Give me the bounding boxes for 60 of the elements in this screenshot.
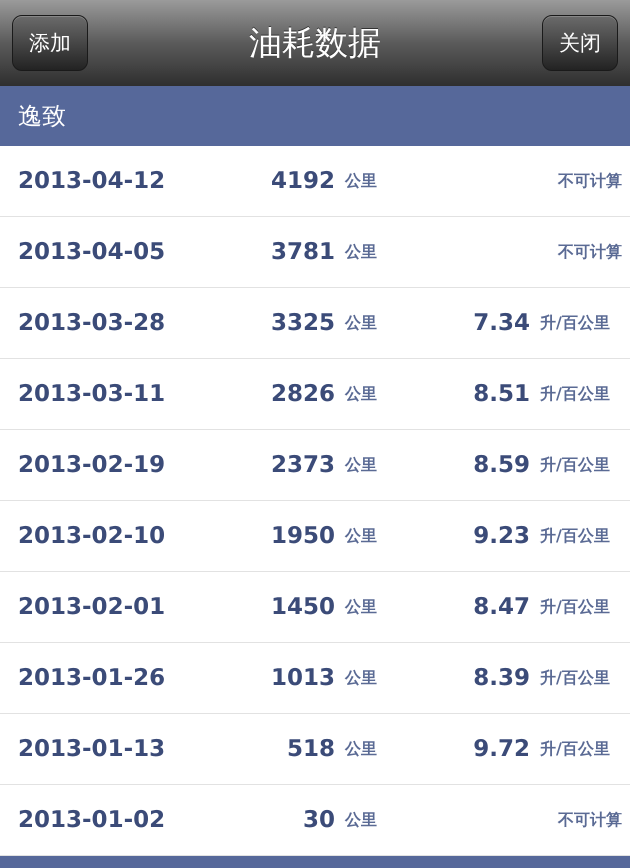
record-date: 2013-02-10 [18,523,166,549]
distance-value: 3781 [270,239,335,265]
consumption-value: 9.72 [473,736,530,762]
distance-unit: 公里 [345,596,378,618]
consumption-unit: 升/百公里 [540,596,611,618]
distance-value: 2373 [270,452,335,478]
add-button[interactable]: 添加 [12,15,88,71]
record-date: 2013-03-11 [18,381,166,407]
distance-value: 1950 [270,523,335,549]
consumption-value: 8.47 [473,594,530,620]
record-date: 2013-01-26 [18,665,166,691]
record-row[interactable]: 2013-04-05 3781 公里 不可计算 [0,217,630,288]
close-button[interactable]: 关闭 [542,15,618,71]
record-date: 2013-03-28 [18,310,166,336]
distance-unit: 公里 [345,810,378,830]
page-title: 油耗数据 [249,22,381,64]
distance-value: 4192 [270,168,335,194]
record-row[interactable]: 2013-03-11 2826 公里 8.51 升/百公里 [0,359,630,430]
distance-unit: 公里 [345,668,378,688]
distance-unit: 公里 [345,738,378,760]
distance-value: 1450 [270,594,335,620]
distance-value: 518 [286,736,335,762]
record-row[interactable]: 2013-01-26 1013 公里 8.39 升/百公里 [0,643,630,714]
consumption-unit: 升/百公里 [540,526,611,546]
consumption-value: 7.34 [473,310,530,336]
consumption-value: 9.23 [473,523,530,549]
distance-value: 2826 [270,381,335,407]
distance-unit: 公里 [345,526,378,546]
not-calculable-text: 不可计算 [558,170,622,192]
consumption-unit: 升/百公里 [540,454,611,476]
record-row[interactable]: 2013-02-10 1950 公里 9.23 升/百公里 [0,501,630,572]
consumption-unit: 升/百公里 [540,738,611,760]
record-row[interactable]: 2013-02-19 2373 公里 8.59 升/百公里 [0,430,630,501]
distance-unit: 公里 [345,242,378,262]
record-date: 2013-04-12 [18,168,166,194]
distance-unit: 公里 [345,454,378,476]
distance-value: 3325 [270,310,335,336]
record-date: 2013-02-19 [18,452,166,478]
distance-unit: 公里 [345,384,378,404]
record-row[interactable]: 2013-03-28 3325 公里 7.34 升/百公里 [0,288,630,359]
distance-unit: 公里 [345,170,378,192]
consumption-unit: 升/百公里 [540,312,611,334]
record-date: 2013-01-13 [18,736,166,762]
distance-value: 30 [302,807,335,833]
distance-unit: 公里 [345,312,378,334]
record-date: 2013-01-02 [18,807,166,833]
not-calculable-text: 不可计算 [558,810,622,830]
record-date: 2013-02-01 [18,594,166,620]
record-row[interactable]: 2013-01-13 518 公里 9.72 升/百公里 [0,714,630,785]
consumption-unit: 升/百公里 [540,384,611,404]
distance-value: 1013 [270,665,335,691]
not-calculable-text: 不可计算 [558,242,622,262]
consumption-value: 8.59 [473,452,530,478]
record-date: 2013-04-05 [18,239,166,265]
consumption-unit: 升/百公里 [540,668,611,688]
section-title: 逸致 [18,101,66,132]
record-row[interactable]: 2013-02-01 1450 公里 8.47 升/百公里 [0,572,630,643]
record-row[interactable]: 2013-04-12 4192 公里 不可计算 [0,146,630,217]
consumption-value: 8.39 [473,665,530,691]
consumption-value: 8.51 [473,381,530,407]
